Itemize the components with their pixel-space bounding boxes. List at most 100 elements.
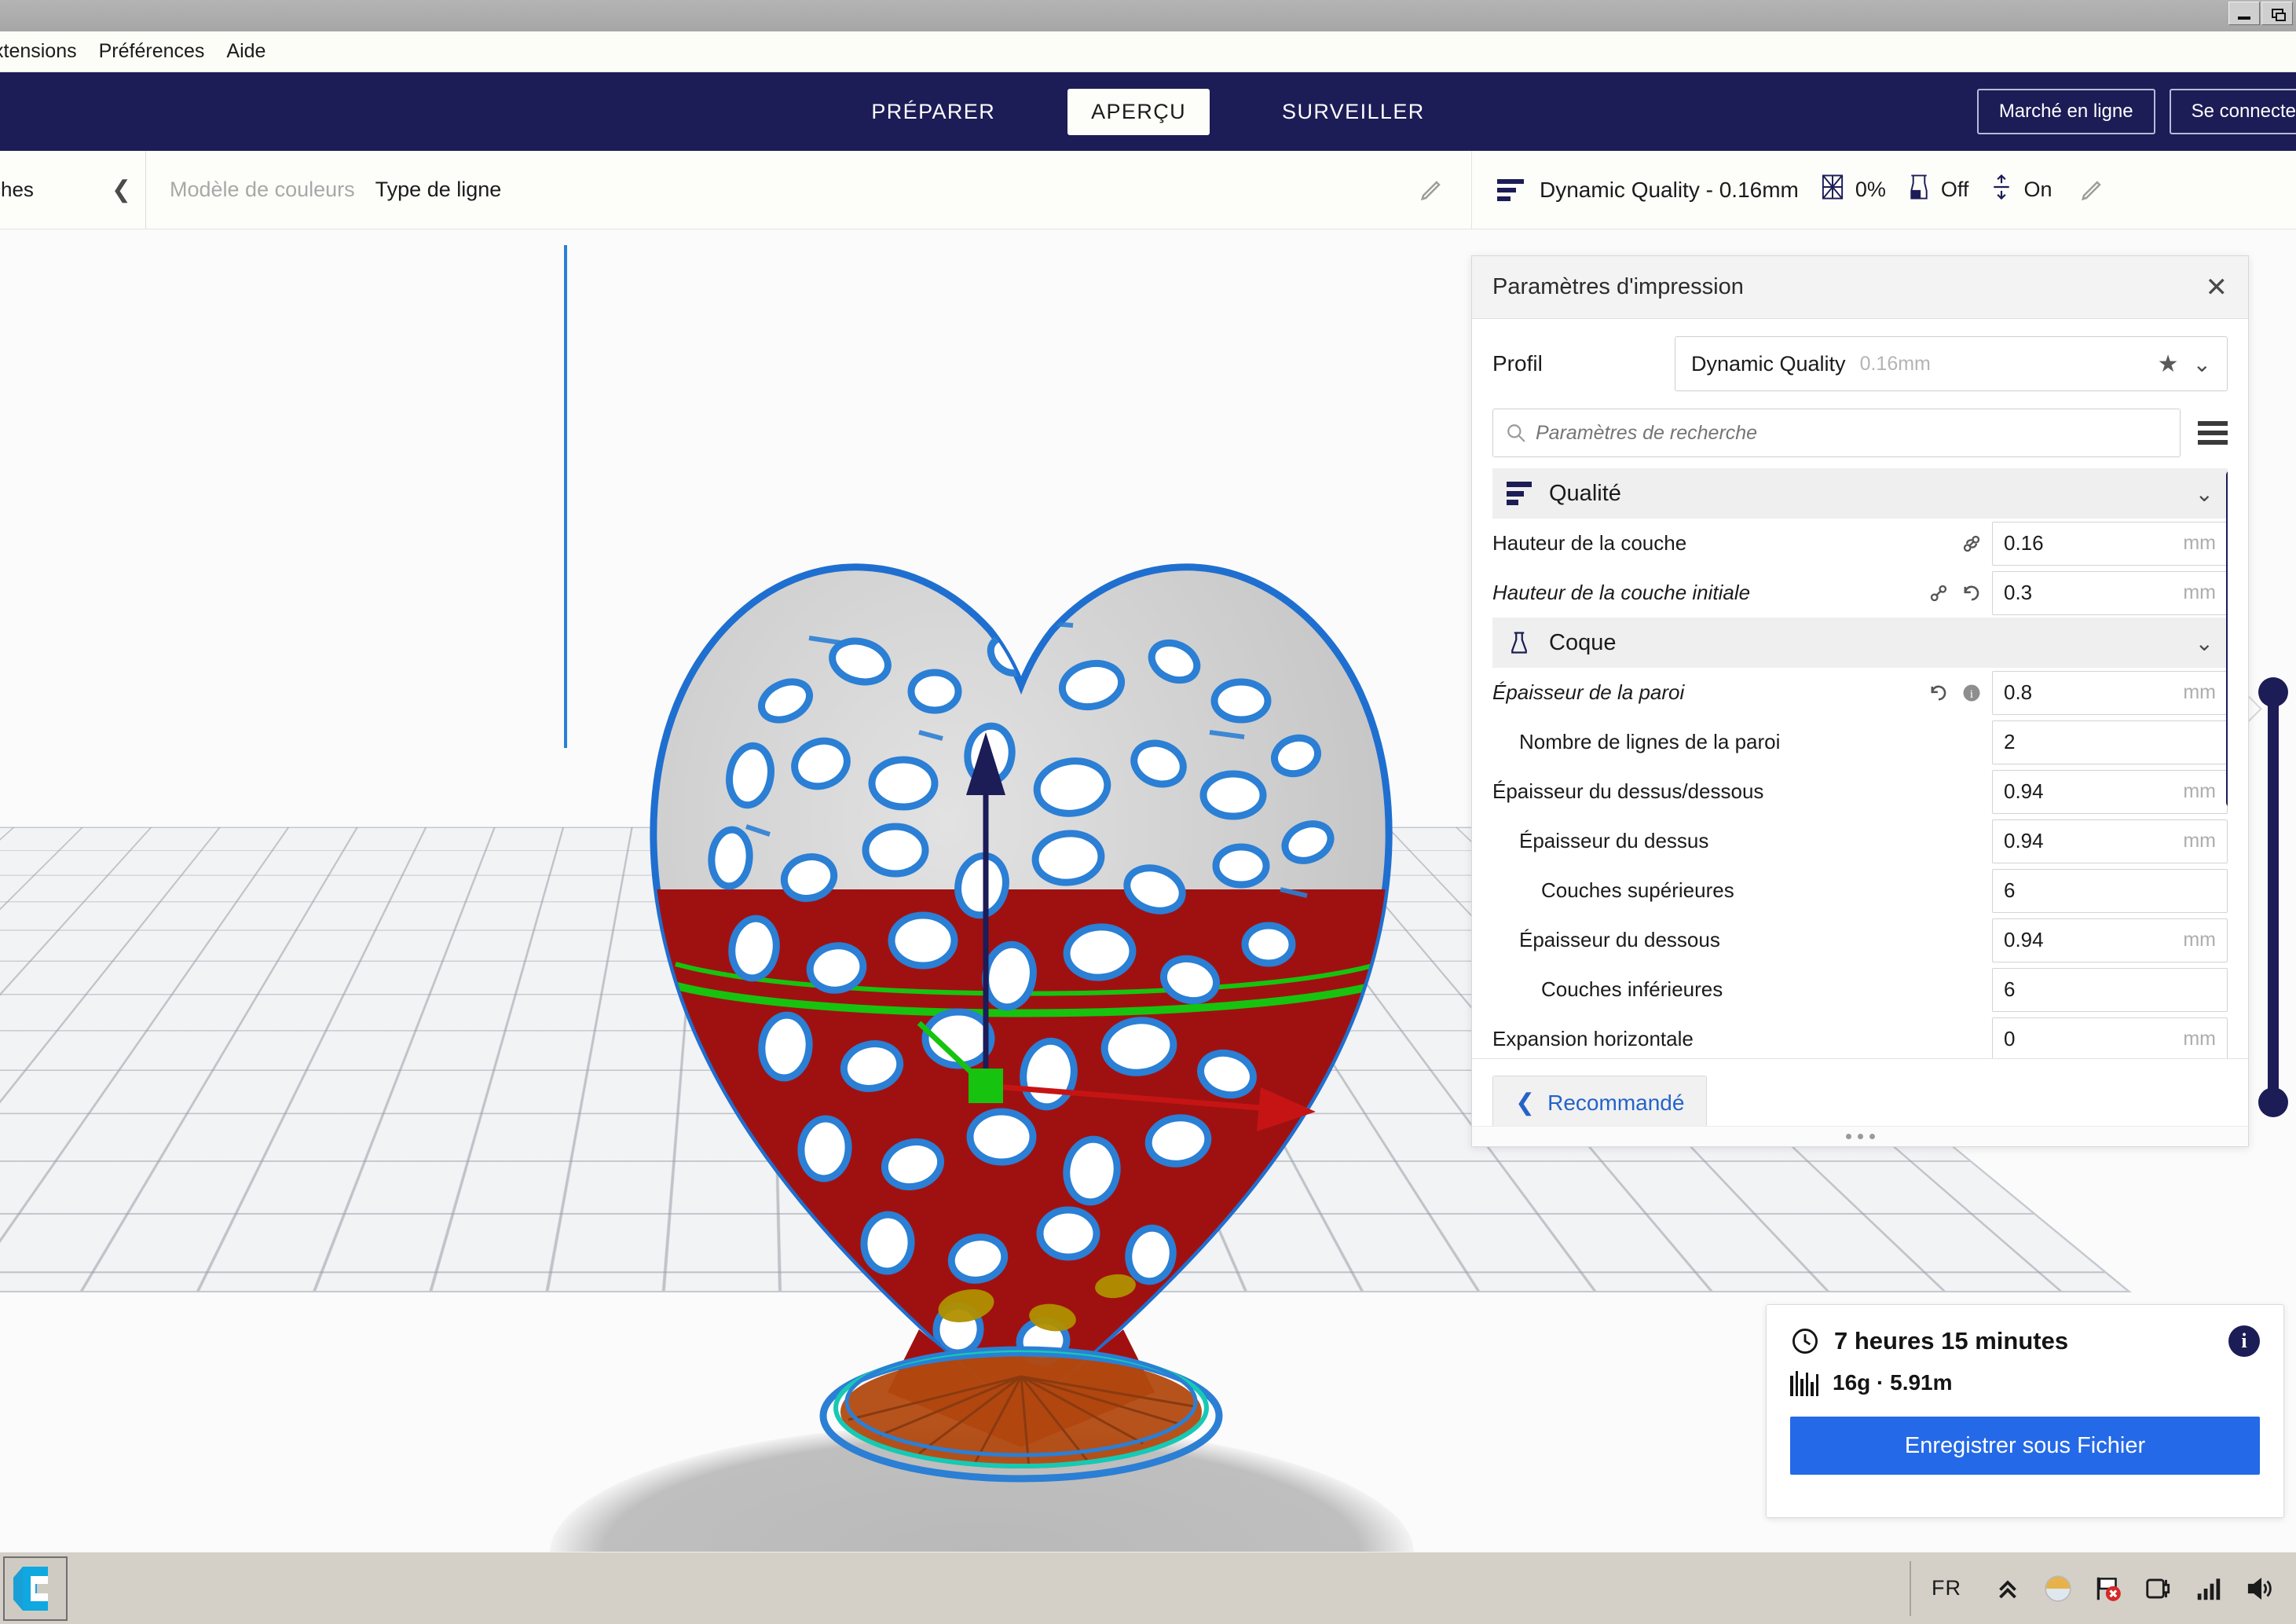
- setting-value-field[interactable]: 2: [1992, 720, 2228, 764]
- setting-row-wall-line-count[interactable]: Nombre de lignes de la paroi 2: [1492, 717, 2228, 767]
- setting-value-field[interactable]: 0.16 mm: [1992, 521, 2228, 566]
- weather-icon[interactable]: [2043, 1574, 2073, 1604]
- settings-list[interactable]: Qualité ⌄ Hauteur de la couche 0.16 mm H…: [1492, 468, 2228, 1058]
- menu-item-help[interactable]: Aide: [215, 40, 276, 63]
- menu-item-extensions[interactable]: xtensions: [0, 40, 88, 63]
- setting-value-field[interactable]: 6: [1992, 868, 2228, 913]
- volume-icon[interactable]: [2244, 1574, 2274, 1604]
- chevron-down-icon[interactable]: ⌄: [2195, 481, 2214, 507]
- chevron-left-icon[interactable]: ❮: [112, 176, 131, 203]
- setting-value-field[interactable]: 0.8 mm: [1992, 670, 2228, 715]
- print-setup-summary[interactable]: Dynamic Quality - 0.16mm 0% Off On: [1471, 151, 2296, 229]
- link-icon[interactable]: [1928, 582, 1950, 604]
- setting-row-wall-thickness[interactable]: Épaisseur de la paroi i 0.8 mm: [1492, 668, 2228, 717]
- line-type-value[interactable]: Type de ligne: [375, 178, 502, 202]
- os-title-bar: [0, 0, 2296, 31]
- setting-row-top-bottom-thickness[interactable]: Épaisseur du dessus/dessous 0.94 mm: [1492, 767, 2228, 816]
- adhesion-icon: [1990, 174, 2012, 206]
- search-input[interactable]: [1536, 421, 2167, 445]
- setting-value: 2: [2004, 730, 2016, 753]
- settings-scrollbar[interactable]: [2226, 470, 2228, 808]
- support-value: Off: [1940, 178, 1969, 201]
- setting-row-horizontal-expansion[interactable]: Expansion horizontale 0 mm: [1492, 1014, 2228, 1058]
- chevron-down-icon[interactable]: ⌄: [2193, 351, 2211, 377]
- setting-label: Épaisseur du dessus/dessous: [1492, 779, 1764, 803]
- save-to-file-button[interactable]: Enregistrer sous Fichier: [1790, 1417, 2260, 1475]
- chevron-up-icon[interactable]: [1993, 1574, 2023, 1604]
- menu-item-preferences[interactable]: Préférences: [88, 40, 216, 63]
- window-maximize-button[interactable]: [2261, 2, 2293, 25]
- spool-icon: [1790, 1369, 1818, 1396]
- setting-value-field[interactable]: 6: [1992, 967, 2228, 1012]
- revert-icon[interactable]: [1928, 682, 1950, 704]
- layers-label: ches: [0, 178, 34, 201]
- hamburger-icon[interactable]: [2198, 421, 2228, 445]
- marketplace-button[interactable]: Marché en ligne: [1976, 89, 2155, 134]
- support-stat: Off: [1908, 174, 1969, 206]
- power-plug-icon[interactable]: [2144, 1574, 2173, 1604]
- setting-label: Couches supérieures: [1541, 878, 1734, 902]
- category-header-qualite[interactable]: Qualité ⌄: [1492, 468, 2228, 519]
- account-actions: Marché en ligne Se connecter: [1976, 72, 2296, 151]
- setting-value-field[interactable]: 0.94 mm: [1992, 769, 2228, 814]
- close-icon[interactable]: ✕: [2206, 274, 2228, 301]
- setting-row-top-thickness[interactable]: Épaisseur du dessus 0.94 mm: [1492, 816, 2228, 866]
- layer-slider-lower-handle[interactable]: [2258, 1087, 2288, 1117]
- adhesion-value: On: [2023, 178, 2052, 201]
- setting-row-layer-height[interactable]: Hauteur de la couche 0.16 mm: [1492, 519, 2228, 568]
- link-icon[interactable]: [1961, 533, 1983, 555]
- tab-prepare[interactable]: PRÉPARER: [848, 89, 1019, 135]
- chevron-down-icon[interactable]: ⌄: [2195, 630, 2214, 656]
- search-container[interactable]: [1492, 409, 2181, 457]
- search-row: [1472, 404, 2248, 468]
- print-time-row: 7 heures 15 minutes i: [1790, 1325, 2260, 1357]
- setting-value-field[interactable]: 0 mm: [1992, 1017, 2228, 1058]
- app-menu-bar: xtensions Préférences Aide: [0, 31, 2296, 72]
- recommended-mode-button[interactable]: ❮ Recommandé: [1492, 1076, 1708, 1130]
- setting-value-field[interactable]: 0.94 mm: [1992, 819, 2228, 863]
- setting-unit: mm: [2183, 681, 2216, 703]
- star-icon[interactable]: ★: [2158, 350, 2179, 378]
- revert-icon[interactable]: [1961, 582, 1983, 604]
- profile-layer-height: 0.16mm: [1859, 352, 1931, 375]
- layer-slider-upper-handle[interactable]: [2258, 677, 2288, 707]
- setting-row-bottom-thickness[interactable]: Épaisseur du dessous 0.94 mm: [1492, 915, 2228, 965]
- taskbar-cura-app-button[interactable]: [3, 1556, 68, 1621]
- setting-row-initial-layer-height[interactable]: Hauteur de la couche initiale 0.3 mm: [1492, 568, 2228, 618]
- setting-row-top-layers[interactable]: Couches supérieures 6: [1492, 866, 2228, 915]
- signal-bars-icon[interactable]: [2194, 1574, 2224, 1604]
- recommended-label: Recommandé: [1547, 1090, 1685, 1115]
- setting-value: 6: [2004, 977, 2016, 1001]
- profile-chip[interactable]: Dynamic Quality - 0.16mm: [1497, 178, 1799, 203]
- setting-label: Hauteur de la couche initiale: [1492, 581, 1751, 604]
- panel-title: Paramètres d'impression: [1492, 274, 1744, 299]
- panel-resize-grip[interactable]: [1472, 1126, 2248, 1146]
- pencil-icon[interactable]: [1419, 178, 1443, 202]
- category-header-coque[interactable]: Coque ⌄: [1492, 618, 2228, 668]
- setting-row-icons: i: [1910, 682, 1992, 704]
- sliced-model-preview[interactable]: [550, 292, 1492, 1502]
- network-flag-error-icon[interactable]: [2093, 1574, 2123, 1604]
- info-icon[interactable]: i: [2228, 1325, 2260, 1357]
- profile-summary-text: Dynamic Quality - 0.16mm: [1540, 177, 1799, 202]
- layer-range-slider[interactable]: [2257, 677, 2291, 1117]
- profile-name: Dynamic Quality: [1691, 351, 1846, 376]
- tab-monitor[interactable]: SURVEILLER: [1258, 89, 1448, 135]
- info-icon[interactable]: i: [1961, 682, 1983, 704]
- setting-label: Épaisseur du dessous: [1519, 928, 1720, 951]
- setting-value-field[interactable]: 0.94 mm: [1992, 918, 2228, 962]
- setting-value-field[interactable]: 0.3 mm: [1992, 570, 2228, 615]
- category-title: Coque: [1549, 629, 1617, 655]
- language-indicator[interactable]: FR: [1932, 1576, 1961, 1600]
- setting-value: 0.8: [2004, 680, 2033, 704]
- tab-preview[interactable]: APERÇU: [1067, 88, 1210, 135]
- sign-in-button[interactable]: Se connecter: [2169, 89, 2296, 134]
- pencil-icon[interactable]: [2080, 178, 2104, 202]
- profile-select[interactable]: Dynamic Quality 0.16mm ★ ⌄: [1675, 336, 2228, 391]
- adhesion-stat: On: [1990, 174, 2052, 206]
- layer-slider-track[interactable]: [2268, 691, 2279, 1103]
- window-minimize-button[interactable]: [2228, 2, 2260, 25]
- setting-row-bottom-layers[interactable]: Couches inférieures 6: [1492, 965, 2228, 1014]
- quality-icon: [1497, 178, 1524, 201]
- setting-row-icons: [1910, 582, 1992, 604]
